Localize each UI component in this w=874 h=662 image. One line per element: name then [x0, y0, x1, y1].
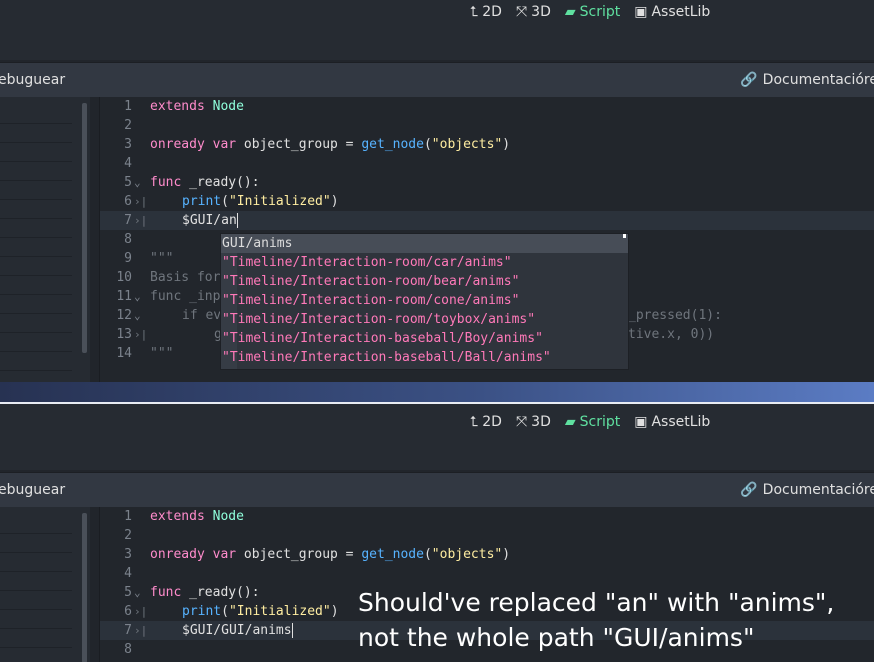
script-list: [0, 515, 72, 662]
3d-icon: ⤧: [515, 4, 528, 20]
list-item[interactable]: [0, 572, 72, 591]
autocomplete-option[interactable]: GUI/anims: [221, 234, 628, 253]
autocomplete-option[interactable]: "Timeline/Interaction-baseball/Boy/anims…: [221, 329, 628, 348]
mode-assetlib-button[interactable]: ▣ AssetLib: [634, 4, 710, 20]
mode-assetlib-button[interactable]: ▣ AssetLib: [634, 414, 710, 430]
tab-marker-icon: ›|: [134, 624, 148, 637]
script-icon: ▰: [564, 4, 576, 20]
script-icon: ▰: [564, 414, 576, 430]
docs-link[interactable]: 🔗 Documentacióre: [740, 482, 874, 498]
mode-script-button[interactable]: ▰ Script: [565, 414, 620, 430]
script-menubar: ebuguear 🔗 Documentacióre: [0, 472, 874, 507]
code-line: 6 ›| print("Initialized"): [124, 194, 339, 209]
tab-marker-icon: ›|: [134, 214, 148, 227]
code-line: 5 ⌄ func _ready():: [124, 173, 260, 192]
list-item[interactable]: [0, 181, 72, 200]
list-item[interactable]: [0, 591, 72, 610]
annotation-caption: Should've replaced "an" with "anims", no…: [358, 588, 835, 652]
code-line: 3 onready var object_group = get_node("ob…: [124, 137, 511, 152]
main-toolbar: ⮤ 2D ⤧ 3D ▰ Script ▣ AssetLib: [0, 404, 874, 470]
mode-script-button[interactable]: ▰ Script: [565, 4, 620, 20]
list-item[interactable]: [0, 257, 72, 276]
script-menubar: ebuguear 🔗 Documentacióre: [0, 62, 874, 97]
list-item[interactable]: [0, 648, 72, 662]
2d-icon: ⮤: [470, 414, 479, 430]
autocomplete-popup: GUI/anims "Timeline/Interaction-room/car…: [220, 233, 629, 370]
script-list-sidebar: [0, 97, 90, 382]
list-item[interactable]: [0, 295, 72, 314]
list-item[interactable]: [0, 238, 72, 257]
assetlib-icon: ▣: [634, 4, 648, 20]
link-icon: 🔗: [740, 482, 758, 498]
fold-arrow-icon[interactable]: ⌄: [134, 173, 141, 192]
list-item[interactable]: [0, 553, 72, 572]
popup-scroll-marker: [623, 234, 626, 238]
code-line: 4: [124, 156, 132, 171]
3d-icon: ⤧: [515, 414, 528, 430]
sidebar-scrollbar[interactable]: [82, 513, 87, 662]
assetlib-icon: ▣: [634, 414, 648, 430]
list-item[interactable]: [0, 629, 72, 648]
code-line: 1 extends Node: [124, 509, 244, 524]
autocomplete-option[interactable]: "Timeline/Interaction-room/toybox/anims": [221, 310, 628, 329]
mode-3d-button[interactable]: ⤧ 3D: [516, 414, 551, 430]
list-item[interactable]: [0, 219, 72, 238]
list-item[interactable]: [0, 534, 72, 553]
docs-link[interactable]: 🔗 Documentacióre: [740, 72, 874, 88]
2d-icon: ⮤: [470, 4, 479, 20]
main-toolbar: ⮤ 2D ⤧ 3D ▰ Script ▣ AssetLib: [0, 0, 874, 60]
current-code-line: 7 ›| $GUI/an: [100, 211, 874, 230]
editor-mode-switcher: ⮤ 2D ⤧ 3D ▰ Script ▣ AssetLib: [470, 414, 710, 430]
fold-arrow-icon[interactable]: ⌄: [134, 306, 141, 325]
list-item[interactable]: [0, 515, 72, 534]
autocomplete-option[interactable]: "Timeline/Interaction-room/car/anims": [221, 253, 628, 272]
list-item[interactable]: [0, 124, 72, 143]
link-icon: 🔗: [740, 72, 758, 88]
tab-marker-icon: ›|: [134, 605, 148, 618]
tab-marker-icon: ›|: [134, 195, 148, 208]
mode-2d-button[interactable]: ⮤ 2D: [470, 414, 502, 430]
debug-menu[interactable]: ebuguear: [0, 482, 65, 498]
list-item[interactable]: [0, 162, 72, 181]
list-item[interactable]: [0, 352, 72, 371]
mode-3d-button[interactable]: ⤧ 3D: [516, 4, 551, 20]
script-list-sidebar: [0, 507, 90, 662]
fold-arrow-icon[interactable]: ⌄: [134, 287, 141, 306]
autocomplete-option[interactable]: "Timeline/Interaction-room/bear/anims": [221, 272, 628, 291]
list-item[interactable]: [0, 333, 72, 352]
list-item[interactable]: [0, 143, 72, 162]
list-item[interactable]: [0, 200, 72, 219]
code-line: 2: [124, 528, 132, 543]
debug-menu[interactable]: ebuguear: [0, 72, 65, 88]
top-panel: ⮤ 2D ⤧ 3D ▰ Script ▣ AssetLib ebuguear 🔗 Docu…: [0, 0, 874, 382]
list-item[interactable]: [0, 610, 72, 629]
list-item[interactable]: [0, 314, 72, 333]
autocomplete-list: GUI/anims "Timeline/Interaction-room/car…: [221, 234, 628, 367]
tab-marker-icon: ›|: [134, 328, 148, 341]
list-item[interactable]: [0, 105, 72, 124]
text-caret: [236, 213, 238, 228]
autocomplete-option[interactable]: "Timeline/Interaction-room/cone/anims": [221, 291, 628, 310]
autocomplete-option[interactable]: "Timeline/Interaction-baseball/Ball/anim…: [221, 348, 628, 367]
list-item[interactable]: [0, 276, 72, 295]
code-line: 1 extends Node: [124, 99, 244, 114]
sidebar-scrollbar[interactable]: [82, 103, 87, 353]
screenshot-divider: [0, 382, 874, 404]
fold-arrow-icon[interactable]: ⌄: [134, 583, 141, 602]
mode-2d-button[interactable]: ⮤ 2D: [470, 4, 502, 20]
editor-mode-switcher: ⮤ 2D ⤧ 3D ▰ Script ▣ AssetLib: [470, 4, 710, 20]
text-caret: [291, 623, 293, 638]
script-list: [0, 105, 72, 371]
code-line: 2: [124, 118, 132, 133]
code-line: 3 onready var object_group = get_node("ob…: [124, 547, 511, 562]
code-line: 4: [124, 566, 132, 581]
